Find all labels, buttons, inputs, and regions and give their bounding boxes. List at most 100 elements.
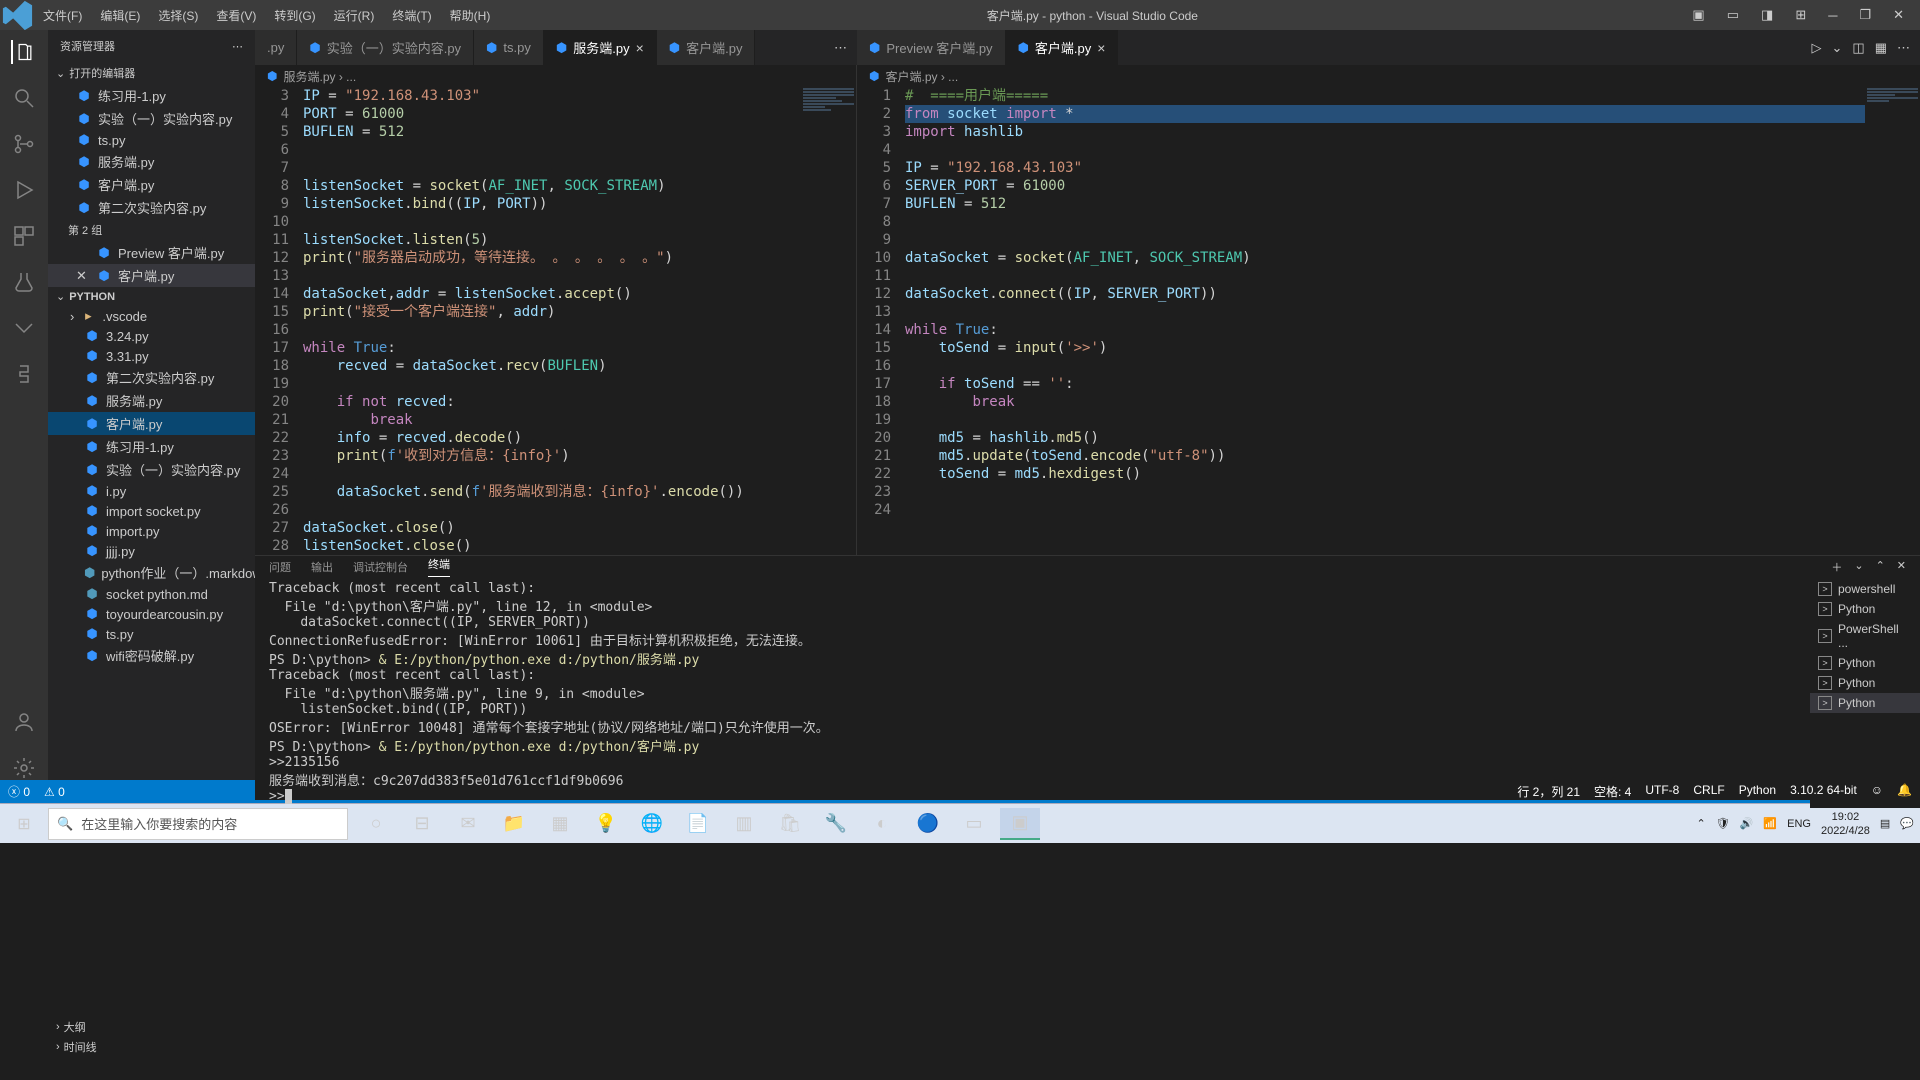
menu-file[interactable]: 文件(F) bbox=[35, 3, 90, 28]
menu-terminal[interactable]: 终端(T) bbox=[384, 3, 439, 28]
maximize-button[interactable]: ❐ bbox=[1853, 3, 1877, 27]
extensions-icon[interactable] bbox=[12, 224, 36, 248]
mail-icon[interactable]: ✉ bbox=[448, 808, 488, 840]
file-item[interactable]: ⬢import socket.py bbox=[48, 501, 255, 521]
menu-help[interactable]: 帮助(H) bbox=[442, 3, 499, 28]
devtools-icon[interactable]: 🔧 bbox=[816, 808, 856, 840]
app2-icon[interactable]: ▭ bbox=[954, 808, 994, 840]
terminal[interactable]: Traceback (most recent call last): File … bbox=[255, 577, 1810, 808]
editor-tab[interactable]: ⬢实验（一）实验内容.py bbox=[297, 30, 474, 65]
ime-indicator[interactable]: ENG bbox=[1787, 818, 1811, 830]
panel-tab-problems[interactable]: 问题 bbox=[269, 559, 291, 575]
store-icon[interactable]: 🛍 bbox=[770, 808, 810, 840]
sidebar-item[interactable]: ⬢第二次实验内容.py bbox=[48, 196, 255, 219]
more-tabs-icon[interactable]: ⋯ bbox=[834, 40, 847, 56]
terminal-list-item[interactable]: >PowerShell ... bbox=[1810, 619, 1920, 653]
split-editor-icon[interactable]: ◫ bbox=[1852, 40, 1864, 56]
menu-view[interactable]: 查看(V) bbox=[208, 3, 264, 28]
file-item[interactable]: ⬢socket python.md bbox=[48, 584, 255, 604]
file-item[interactable]: ⬢服务端.py bbox=[48, 389, 255, 412]
code-editor-left[interactable]: 3456789101112131415161718192021222324252… bbox=[255, 87, 856, 555]
editor-tab[interactable]: ⬢客户端.py bbox=[657, 30, 756, 65]
tray-expand-icon[interactable]: ⌃ bbox=[1697, 817, 1706, 830]
minimap[interactable] bbox=[1865, 87, 1920, 555]
close-icon[interactable]: ✕ bbox=[76, 268, 90, 284]
account-icon[interactable] bbox=[12, 710, 36, 734]
editor-tab[interactable]: ⬢ts.py bbox=[474, 30, 544, 65]
pycharm-icon[interactable]: ▣ bbox=[1000, 808, 1040, 840]
source-control-icon[interactable] bbox=[12, 132, 36, 156]
cursor-position[interactable]: 行 2，列 21 bbox=[1517, 783, 1580, 800]
sidebar-item[interactable]: ⬢Preview 客户端.py bbox=[48, 241, 255, 264]
file-item[interactable]: ⬢ts.py bbox=[48, 624, 255, 644]
testing-icon[interactable] bbox=[12, 270, 36, 294]
file-item[interactable]: ⬢jjjj.py bbox=[48, 541, 255, 561]
file-item[interactable]: ⬢实验（一）实验内容.py bbox=[48, 458, 255, 481]
group-2-section[interactable]: 第 2 组 bbox=[48, 219, 255, 241]
breadcrumb-right[interactable]: ⬢客户端.py › ... bbox=[857, 65, 1920, 87]
file-item[interactable]: ⬢wifi密码破解.py bbox=[48, 644, 255, 667]
edge-icon[interactable]: 🌐 bbox=[632, 808, 672, 840]
sidebar-item[interactable]: ⬢服务端.py bbox=[48, 150, 255, 173]
chevron-down-icon[interactable]: ⌄ bbox=[1832, 40, 1843, 56]
feedback-icon[interactable]: ☺ bbox=[1871, 783, 1883, 800]
notifications-icon[interactable]: 🔔 bbox=[1897, 783, 1912, 800]
menu-goto[interactable]: 转到(G) bbox=[266, 3, 323, 28]
encoding[interactable]: UTF-8 bbox=[1645, 783, 1679, 800]
settings-gear-icon[interactable] bbox=[12, 756, 36, 780]
terminal-dropdown-icon[interactable]: ⌄ bbox=[1854, 559, 1863, 575]
file-item[interactable]: ⬢i.py bbox=[48, 481, 255, 501]
start-button[interactable]: ⊞ bbox=[0, 814, 48, 834]
editor-tab[interactable]: .py bbox=[255, 30, 297, 65]
office-icon[interactable]: 📄 bbox=[678, 808, 718, 840]
maximize-panel-icon[interactable]: ⌃ bbox=[1876, 559, 1885, 575]
layout-toggle-icon[interactable]: ▣ bbox=[1686, 3, 1710, 27]
minimap[interactable] bbox=[801, 87, 856, 555]
terminal-list-item[interactable]: >Python bbox=[1810, 673, 1920, 693]
panel-tab-debug[interactable]: 调试控制台 bbox=[353, 559, 408, 575]
python-icon[interactable] bbox=[12, 362, 36, 386]
close-button[interactable]: ✕ bbox=[1887, 3, 1910, 27]
search-icon[interactable] bbox=[12, 86, 36, 110]
volume-icon[interactable]: 🔊 bbox=[1740, 817, 1754, 830]
breadcrumb-left[interactable]: ⬢服务端.py › ... bbox=[255, 65, 856, 87]
code-editor-right[interactable]: 123456789101112131415161718192021222324 … bbox=[857, 87, 1920, 555]
sidebar-item[interactable]: ⬢客户端.py bbox=[48, 173, 255, 196]
close-tab-icon[interactable]: × bbox=[1097, 40, 1105, 56]
browser2-icon[interactable]: 🔵 bbox=[908, 808, 948, 840]
terminal-list-item[interactable]: >Python bbox=[1810, 599, 1920, 619]
sidebar-item[interactable]: ⬢ts.py bbox=[48, 130, 255, 150]
editor-tab[interactable]: ⬢服务端.py× bbox=[544, 30, 657, 65]
clock[interactable]: 19:02 2022/4/28 bbox=[1821, 810, 1870, 838]
close-tab-icon[interactable]: × bbox=[636, 40, 644, 56]
layout-panel-icon[interactable]: ▭ bbox=[1721, 3, 1745, 27]
file-item[interactable]: ⬢3.24.py bbox=[48, 326, 255, 346]
file-item[interactable]: ⬢客户端.py bbox=[48, 412, 255, 435]
editor-tab[interactable]: ⬢客户端.py× bbox=[1006, 30, 1119, 65]
file-item[interactable]: ⬢练习用-1.py bbox=[48, 435, 255, 458]
terminal-list-item[interactable]: >Python bbox=[1810, 653, 1920, 673]
notifications-center-icon[interactable]: 💬 bbox=[1900, 817, 1914, 830]
layout-side-icon[interactable]: ◨ bbox=[1755, 3, 1779, 27]
panel-tab-output[interactable]: 输出 bbox=[311, 559, 333, 575]
taskbar-search[interactable]: 🔍 在这里输入你要搜索的内容 bbox=[48, 808, 348, 840]
file-item[interactable]: ⬢import.py bbox=[48, 521, 255, 541]
jupyter-icon[interactable] bbox=[12, 316, 36, 340]
tablet-mode-icon[interactable]: ▤ bbox=[1880, 817, 1890, 830]
close-panel-icon[interactable]: ✕ bbox=[1897, 559, 1906, 575]
terminal-list-item[interactable]: >powershell bbox=[1810, 579, 1920, 599]
file-item[interactable]: ⬢python作业（一）.markdown bbox=[48, 561, 255, 584]
layout-icon[interactable]: ▦ bbox=[1875, 40, 1887, 56]
file-item[interactable]: ⬢toyourdearcousin.py bbox=[48, 604, 255, 624]
tips-icon[interactable]: 💡 bbox=[586, 808, 626, 840]
python-version[interactable]: 3.10.2 64-bit bbox=[1790, 783, 1857, 800]
cortana-icon[interactable]: ○ bbox=[356, 808, 396, 840]
minimize-button[interactable]: ─ bbox=[1822, 4, 1843, 27]
task-view-icon[interactable]: ⊟ bbox=[402, 808, 442, 840]
file-item[interactable]: ⬢3.31.py bbox=[48, 346, 255, 366]
panel-tab-terminal[interactable]: 终端 bbox=[428, 556, 450, 577]
menu-select[interactable]: 选择(S) bbox=[150, 3, 206, 28]
run-debug-icon[interactable] bbox=[12, 178, 36, 202]
more-icon[interactable]: ⋯ bbox=[232, 40, 243, 53]
warnings-count[interactable]: ⚠ 0 bbox=[44, 785, 65, 799]
